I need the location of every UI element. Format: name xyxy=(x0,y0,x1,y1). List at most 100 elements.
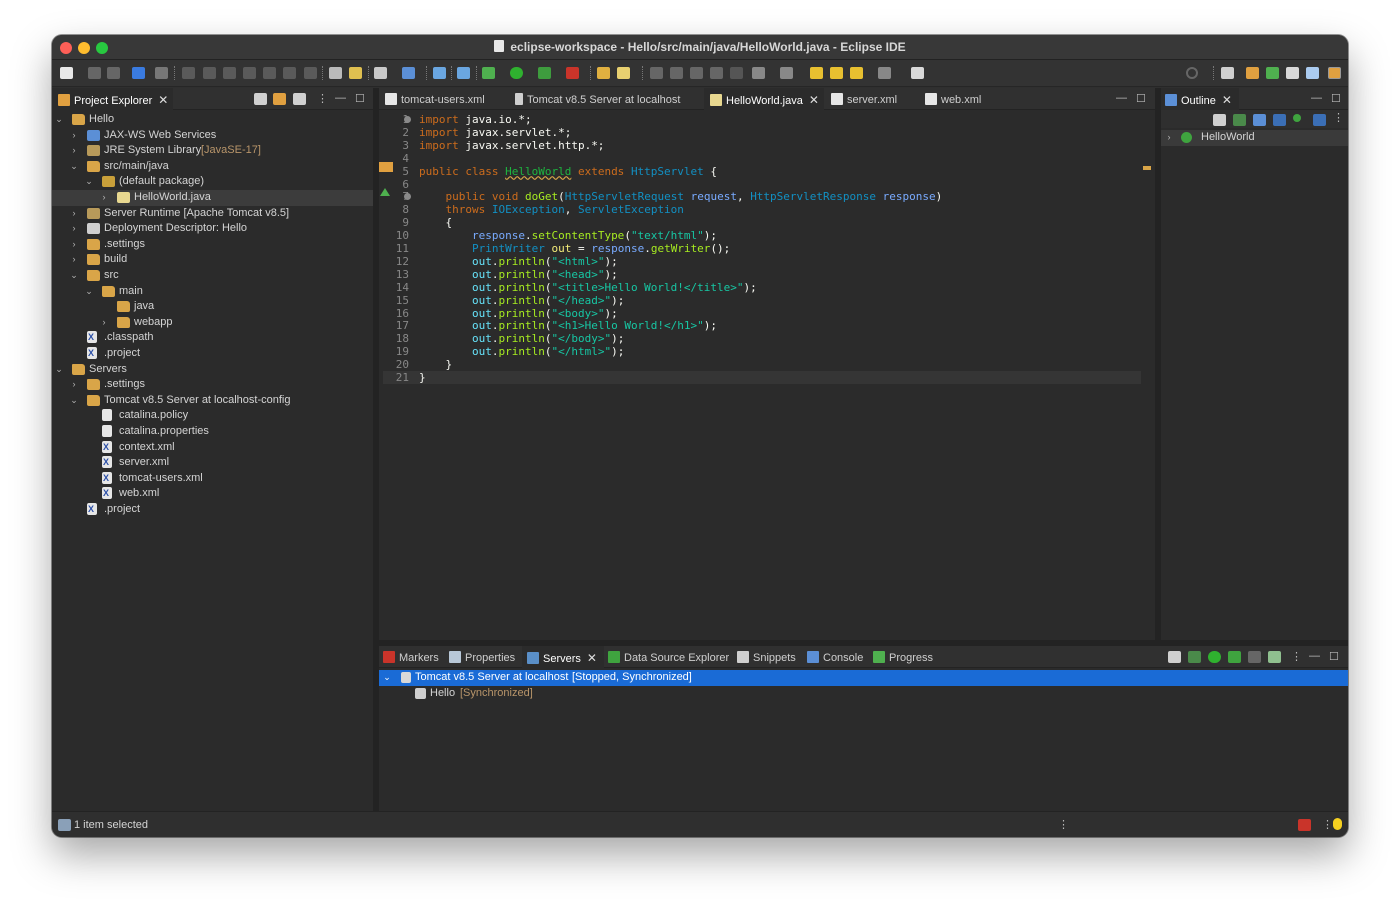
code-line[interactable]: 19 out.println("</html>"); xyxy=(383,345,1141,358)
forward-history-icon[interactable] xyxy=(878,67,891,79)
tree-item[interactable]: › .settings xyxy=(52,377,373,393)
code-line[interactable]: 9 { xyxy=(383,216,1141,229)
step-into-icon[interactable] xyxy=(263,67,276,79)
code-line[interactable]: 21} xyxy=(383,371,1141,384)
new-server-icon[interactable] xyxy=(374,67,387,79)
external-tools-icon[interactable] xyxy=(566,67,579,79)
tree-item[interactable]: .project xyxy=(52,346,373,362)
code-line[interactable]: 10 response.setContentType("text/html"); xyxy=(383,229,1141,242)
code-line[interactable]: 18 out.println("</body>"); xyxy=(383,332,1141,345)
tab-snippets[interactable]: Snippets xyxy=(737,646,796,668)
expand-icon[interactable]: › xyxy=(69,143,79,158)
tab-tomcat-users-xml[interactable]: tomcat-users.xml xyxy=(385,88,485,110)
git-perspective-icon[interactable] xyxy=(1286,67,1299,79)
back-icon[interactable] xyxy=(830,67,843,79)
tree-item[interactable]: catalina.properties xyxy=(52,424,373,440)
terminal-icon[interactable] xyxy=(132,67,145,79)
code-editor[interactable]: 1import java.io.*;2 import javax.servlet.… xyxy=(379,110,1155,640)
server-module-row[interactable]: Hello [Synchronized] xyxy=(379,686,1348,702)
new-web-project-icon[interactable] xyxy=(402,67,415,79)
tree-item[interactable]: › .settings xyxy=(52,237,373,253)
tree-item[interactable]: › HelloWorld.java xyxy=(52,190,373,206)
tree-item[interactable]: ⌄ src/main/java xyxy=(52,159,373,175)
code-line[interactable]: 20 } xyxy=(383,358,1141,371)
suspend-icon[interactable] xyxy=(203,67,216,79)
collapse-icon[interactable]: ⌄ xyxy=(69,393,79,408)
next-annotation-icon[interactable] xyxy=(752,67,765,79)
profile-server-icon[interactable] xyxy=(1228,651,1241,663)
save-icon[interactable] xyxy=(88,67,101,79)
close-icon[interactable]: ✕ xyxy=(809,93,819,107)
disconnect-icon[interactable] xyxy=(243,67,256,79)
expand-icon[interactable]: › xyxy=(1164,130,1174,145)
tab-project-explorer[interactable]: Project Explorer ✕ xyxy=(52,88,173,110)
tree-item[interactable]: › JAX-WS Web Services xyxy=(52,128,373,144)
code-line[interactable]: 17 out.println("<h1>Hello World!</h1>"); xyxy=(383,319,1141,332)
collapse-all-icon[interactable] xyxy=(1168,651,1181,663)
new-java-project-icon[interactable] xyxy=(457,67,470,79)
tab-server-xml[interactable]: server.xml xyxy=(831,88,897,110)
tab-servers[interactable]: Servers ✕ xyxy=(522,646,604,668)
code-line[interactable]: 6 xyxy=(383,178,1141,191)
expand-icon[interactable]: › xyxy=(69,206,79,221)
new-icon[interactable] xyxy=(60,67,73,79)
maximize-icon[interactable]: ☐ xyxy=(1331,92,1341,105)
fold-icon[interactable] xyxy=(404,116,411,123)
tree-item[interactable]: › JRE System Library [JavaSE-17] xyxy=(52,143,373,159)
tree-item[interactable]: ⌄ (default package) xyxy=(52,174,373,190)
expand-icon[interactable]: › xyxy=(69,252,79,267)
code-line[interactable]: 11 PrintWriter out = response.getWriter(… xyxy=(383,242,1141,255)
tree-item[interactable]: java xyxy=(52,299,373,315)
hide-non-public-icon[interactable] xyxy=(1293,114,1301,122)
sash[interactable] xyxy=(1155,88,1161,640)
tree-item[interactable]: ⌄ src xyxy=(52,268,373,284)
search-icon[interactable] xyxy=(1186,67,1198,79)
tab-helloworld-java[interactable]: HelloWorld.java ✕ xyxy=(704,88,824,110)
drop-to-frame-icon[interactable] xyxy=(329,67,342,79)
view-menu-icon[interactable]: ⋮ xyxy=(317,92,328,105)
problem-status-icon[interactable] xyxy=(1298,819,1311,831)
code-line[interactable]: 3 import javax.servlet.http.*; xyxy=(383,139,1141,152)
resume-icon[interactable] xyxy=(182,67,195,79)
code-line[interactable]: 14 out.println("<title>Hello World!</tit… xyxy=(383,281,1141,294)
code-line[interactable]: 8 throws IOException, ServletException xyxy=(383,203,1141,216)
mark-occurrences-icon[interactable] xyxy=(670,67,683,79)
tree-item[interactable]: › webapp xyxy=(52,315,373,331)
tree-item[interactable]: › Server Runtime [Apache Tomcat v8.5] xyxy=(52,206,373,222)
expand-icon[interactable]: › xyxy=(99,190,109,205)
code-area[interactable]: 1import java.io.*;2 import javax.servlet.… xyxy=(383,113,1155,640)
close-icon[interactable]: ✕ xyxy=(158,93,168,107)
tree-item[interactable]: catalina.policy xyxy=(52,408,373,424)
code-line[interactable]: 16 out.println("<body>"); xyxy=(383,307,1141,320)
expand-icon[interactable]: › xyxy=(69,237,79,252)
collapse-icon[interactable]: ⌄ xyxy=(84,284,94,299)
tree-item[interactable]: ⌄ Servers xyxy=(52,362,373,378)
java-perspective-icon[interactable] xyxy=(1306,67,1319,79)
tree-item[interactable]: ⌄ Tomcat v8.5 Server at localhost-config xyxy=(52,393,373,409)
minimize-icon[interactable]: — xyxy=(335,92,346,104)
collapse-all-icon[interactable] xyxy=(1213,114,1226,126)
tree-item[interactable]: ⌄ main xyxy=(52,284,373,300)
collapse-icon[interactable]: ⌄ xyxy=(84,174,94,189)
outline-item[interactable]: › HelloWorld xyxy=(1161,130,1348,146)
minimize-icon[interactable]: — xyxy=(1311,92,1322,104)
view-menu-icon[interactable]: ⋮ xyxy=(1291,650,1302,663)
previous-annotation-icon[interactable] xyxy=(780,67,793,79)
open-perspective-icon[interactable] xyxy=(1221,67,1234,79)
start-server-icon[interactable] xyxy=(1208,651,1221,663)
maximize-icon[interactable]: ☐ xyxy=(355,92,365,105)
minimize-icon[interactable]: — xyxy=(1116,92,1127,104)
stop-server-icon[interactable] xyxy=(1248,651,1261,663)
word-wrap-icon[interactable] xyxy=(710,67,723,79)
collapse-icon[interactable]: ⌄ xyxy=(382,670,392,685)
tree-item[interactable]: context.xml xyxy=(52,440,373,456)
code-line[interactable]: 12 out.println("<html>"); xyxy=(383,255,1141,268)
step-over-icon[interactable] xyxy=(283,67,296,79)
hide-static-icon[interactable] xyxy=(1273,114,1286,126)
search-tool-icon[interactable] xyxy=(617,67,630,79)
maximize-icon[interactable]: ☐ xyxy=(1136,92,1146,105)
code-line[interactable]: 13 out.println("<head>"); xyxy=(383,268,1141,281)
tree-item[interactable]: server.xml xyxy=(52,455,373,471)
tree-item[interactable]: ⌄ Hello xyxy=(52,112,373,128)
skip-breakpoints-icon[interactable] xyxy=(155,67,168,79)
